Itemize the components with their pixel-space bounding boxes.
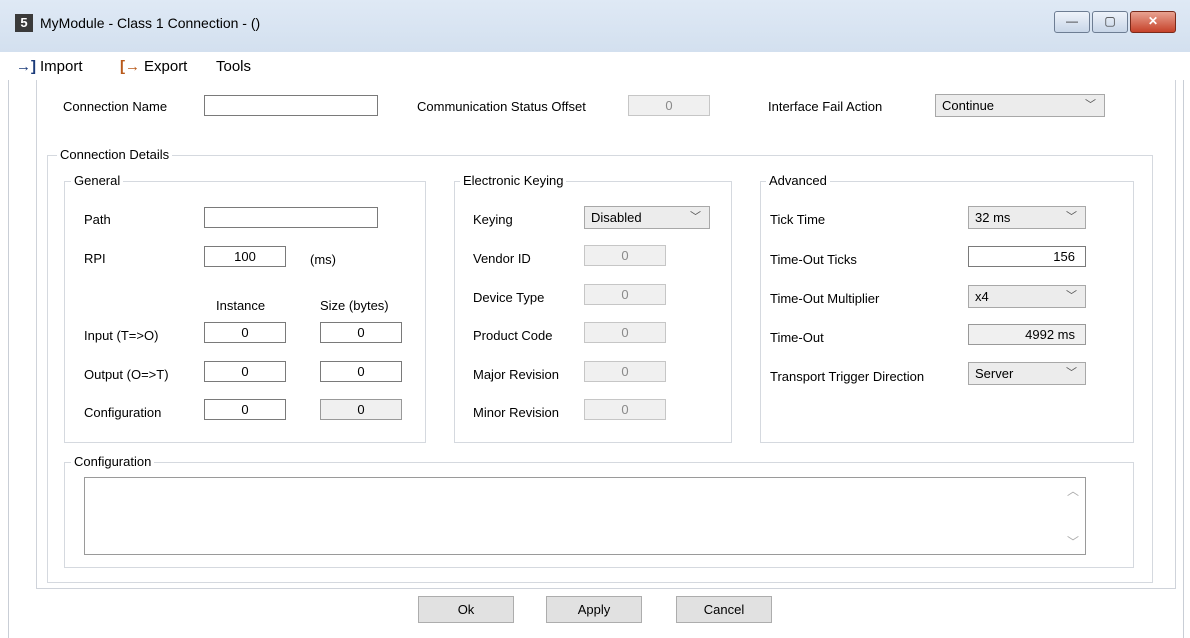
timeout-multiplier-select[interactable]: x4 ﹀ bbox=[968, 285, 1086, 308]
advanced-title: Advanced bbox=[766, 173, 830, 188]
vendor-id-input: 0 bbox=[584, 245, 666, 266]
transport-trigger-label: Transport Trigger Direction bbox=[770, 369, 925, 384]
major-revision-label: Major Revision bbox=[473, 367, 559, 382]
chevron-down-icon: ﹀ bbox=[1066, 367, 1077, 379]
tick-time-select[interactable]: 32 ms ﹀ bbox=[968, 206, 1086, 229]
scroll-up-icon[interactable]: ︿ bbox=[1067, 482, 1079, 499]
vendor-id-label: Vendor ID bbox=[473, 251, 531, 266]
device-type-input: 0 bbox=[584, 284, 666, 305]
rpi-label: RPI bbox=[84, 251, 106, 266]
output-instance-input[interactable]: 0 bbox=[204, 361, 286, 382]
timeout-multiplier-label: Time-Out Multiplier bbox=[770, 291, 880, 306]
instance-header: Instance bbox=[216, 298, 266, 313]
minor-revision-label: Minor Revision bbox=[473, 405, 559, 420]
device-type-label: Device Type bbox=[473, 290, 545, 305]
apply-button[interactable]: Apply bbox=[546, 596, 642, 623]
app-icon: 5 bbox=[15, 14, 33, 32]
general-title: General bbox=[71, 173, 124, 188]
minimize-button[interactable]: — bbox=[1054, 11, 1090, 33]
timeout-multiplier-value: x4 bbox=[975, 289, 989, 304]
keying-value: Disabled bbox=[591, 210, 642, 225]
config-label: Configuration bbox=[84, 405, 162, 420]
transport-trigger-value: Server bbox=[975, 366, 1014, 381]
comm-status-offset-label: Communication Status Offset bbox=[417, 99, 586, 114]
menu-import[interactable]: →] Import bbox=[16, 58, 83, 75]
cancel-button[interactable]: Cancel bbox=[676, 596, 772, 623]
import-icon: →] bbox=[16, 58, 36, 75]
config-instance-input[interactable]: 0 bbox=[204, 399, 286, 420]
chevron-down-icon: ﹀ bbox=[1066, 290, 1077, 302]
input-label: Input (T=>O) bbox=[84, 328, 159, 343]
title-bar: 5 MyModule - Class 1 Connection - () — ▢… bbox=[0, 0, 1190, 52]
ok-button[interactable]: Ok bbox=[418, 596, 514, 623]
size-header: Size (bytes) bbox=[320, 298, 389, 313]
menu-import-label: Import bbox=[40, 58, 83, 75]
chevron-down-icon: ﹀ bbox=[1066, 211, 1077, 223]
electronic-keying-title: Electronic Keying bbox=[460, 173, 567, 188]
chevron-down-icon: ﹀ bbox=[1085, 99, 1096, 111]
product-code-input: 0 bbox=[584, 322, 666, 343]
connection-name-label: Connection Name bbox=[63, 99, 168, 114]
config-size-input: 0 bbox=[320, 399, 402, 420]
chevron-down-icon: ﹀ bbox=[690, 211, 701, 223]
interface-fail-action-select[interactable]: Continue ﹀ bbox=[935, 94, 1105, 117]
output-label: Output (O=>T) bbox=[84, 367, 169, 382]
tick-time-label: Tick Time bbox=[770, 212, 826, 227]
timeout-value: 4992 ms bbox=[968, 324, 1086, 345]
minor-revision-input: 0 bbox=[584, 399, 666, 420]
product-code-label: Product Code bbox=[473, 328, 553, 343]
rpi-unit: (ms) bbox=[310, 252, 336, 267]
output-size-input[interactable]: 0 bbox=[320, 361, 402, 382]
scroll-down-icon[interactable]: ﹀ bbox=[1067, 533, 1079, 550]
maximize-button[interactable]: ▢ bbox=[1092, 11, 1128, 33]
path-input[interactable] bbox=[204, 207, 378, 228]
keying-label: Keying bbox=[473, 212, 513, 227]
menu-export-label: Export bbox=[144, 58, 188, 75]
input-size-input[interactable]: 0 bbox=[320, 322, 402, 343]
interface-fail-action-label: Interface Fail Action bbox=[768, 99, 883, 114]
transport-trigger-select[interactable]: Server ﹀ bbox=[968, 362, 1086, 385]
export-icon: [→ bbox=[120, 58, 140, 75]
connection-name-input[interactable] bbox=[204, 95, 378, 116]
menu-bar: →] Import [→ Export Tools bbox=[0, 52, 1190, 80]
close-button[interactable]: ✕ bbox=[1130, 11, 1176, 33]
path-label: Path bbox=[84, 212, 111, 227]
interface-fail-action-value: Continue bbox=[942, 98, 995, 113]
menu-export[interactable]: [→ Export bbox=[120, 58, 187, 75]
connection-details-title: Connection Details bbox=[57, 147, 173, 162]
configuration-textarea[interactable]: ︿ ﹀ bbox=[84, 477, 1086, 555]
input-instance-input[interactable]: 0 bbox=[204, 322, 286, 343]
window-title: MyModule - Class 1 Connection - () bbox=[40, 15, 261, 31]
major-revision-input: 0 bbox=[584, 361, 666, 382]
timeout-label: Time-Out bbox=[770, 330, 824, 345]
keying-select[interactable]: Disabled ﹀ bbox=[584, 206, 710, 229]
dialog-window: 5 MyModule - Class 1 Connection - () — ▢… bbox=[0, 0, 1190, 638]
rpi-input[interactable]: 100 bbox=[204, 246, 286, 267]
menu-tools[interactable]: Tools bbox=[216, 58, 251, 75]
tick-time-value: 32 ms bbox=[975, 210, 1011, 225]
comm-status-offset-input: 0 bbox=[628, 95, 710, 116]
configuration-title: Configuration bbox=[71, 454, 155, 469]
timeout-ticks-input[interactable]: 156 bbox=[968, 246, 1086, 267]
timeout-ticks-label: Time-Out Ticks bbox=[770, 252, 857, 267]
